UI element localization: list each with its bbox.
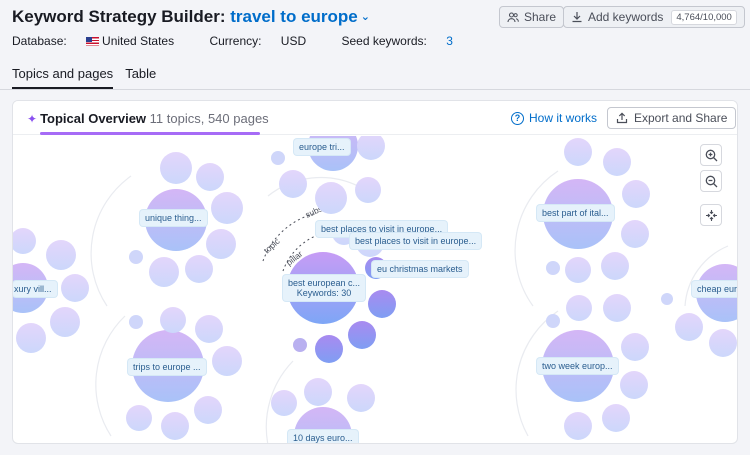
subtopic-label-3[interactable]: eu christmas markets [372, 261, 468, 277]
cluster-cheap-europe[interactable] [661, 264, 738, 357]
tab-topics-and-pages[interactable]: Topics and pages [12, 66, 114, 89]
us-flag-icon [86, 37, 100, 46]
report-meta: Database: United States Currency: USD Se… [12, 34, 453, 48]
share-label: Share [524, 10, 557, 24]
how-it-works-label: How it works [529, 111, 598, 125]
topic-label-best-part-italy[interactable]: best part of ital... [537, 205, 614, 221]
database-value: United States [102, 34, 175, 48]
topic-label-two-week-europe[interactable]: two week europ... [537, 358, 618, 374]
panel-title: ✦ Topical Overview 11 topics, 540 pages [27, 111, 269, 126]
add-keywords-label: Add keywords [588, 10, 664, 24]
topic-graph-canvas[interactable]: topic subs pillar europe tri... unique t… [13, 136, 738, 443]
overview-subtitle: 11 topics, 540 pages [149, 111, 269, 126]
zoom-out-button[interactable] [700, 170, 722, 192]
seed-label: Seed keywords: [341, 34, 427, 48]
topic-label-10-days-europe[interactable]: 10 days euro... [288, 430, 358, 443]
share-button[interactable]: Share [499, 6, 565, 28]
topic-label-best-european[interactable]: best european c... Keywords: 30 [283, 275, 366, 301]
keyword-count: Keywords: 30 [296, 288, 352, 298]
overview-title: Topical Overview [40, 111, 147, 126]
keyword-counter-badge: 4,764/10,000 [671, 9, 737, 25]
users-icon [507, 12, 519, 23]
title-prefix: Keyword Strategy Builder: [12, 7, 231, 26]
page-header: Keyword Strategy Builder: travel to euro… [0, 0, 750, 90]
fit-to-screen-button[interactable] [700, 204, 722, 226]
currency-value: USD [280, 34, 307, 48]
currency-label: Currency: [209, 34, 262, 48]
topic-label-trips-to-europe[interactable]: trips to europe ... [128, 359, 206, 375]
tabs-divider [0, 89, 750, 90]
topic-label-cheap-europe[interactable]: cheap eur [692, 281, 737, 297]
panel-toolbar: ✦ Topical Overview 11 topics, 540 pages ?… [13, 101, 737, 135]
zoom-in-icon [705, 149, 717, 161]
topic-label-europe-trips[interactable]: europe tri... [294, 139, 350, 155]
page-title: Keyword Strategy Builder: travel to euro… [12, 7, 370, 27]
view-tabs: Topics and pages Table [12, 66, 156, 89]
collapse-icon [705, 209, 717, 221]
seed-info: Seed keywords: 3 [341, 34, 452, 48]
how-it-works-link[interactable]: ? How it works [511, 111, 597, 125]
subtopic-label-2[interactable]: best places to visit in europe... [350, 233, 482, 249]
chevron-down-icon[interactable]: ⌄ [361, 10, 370, 23]
topic-label-luxury-villas[interactable]: xury vill... [13, 281, 57, 297]
export-and-share-button[interactable]: Export and Share [607, 107, 737, 129]
sparkle-icon: ✦ [27, 112, 38, 126]
help-circle-icon: ? [511, 111, 524, 125]
zoom-out-icon [705, 175, 717, 187]
topic-graph: topic subs pillar [13, 136, 738, 443]
topical-overview-panel: ✦ Topical Overview 11 topics, 540 pages ?… [12, 100, 738, 444]
seed-keyword-dropdown[interactable]: travel to europe [230, 7, 358, 26]
currency-info: Currency: USD [209, 34, 322, 48]
tab-table[interactable]: Table [125, 66, 156, 89]
topic-name: best european c... [288, 278, 361, 288]
add-keywords-button[interactable]: Add keywords 4,764/10,000 [563, 6, 745, 28]
database-info: Database: United States [12, 34, 190, 48]
arc-label-topic: topic [262, 236, 283, 256]
zoom-in-button[interactable] [700, 144, 722, 166]
database-label: Database: [12, 34, 67, 48]
upload-icon [616, 112, 628, 124]
seed-keywords-link[interactable]: 3 [446, 34, 453, 48]
export-label: Export and Share [634, 111, 728, 125]
title-accent-bar [40, 132, 260, 135]
download-icon [572, 12, 582, 23]
topic-label-unique-things[interactable]: unique thing... [140, 210, 207, 226]
